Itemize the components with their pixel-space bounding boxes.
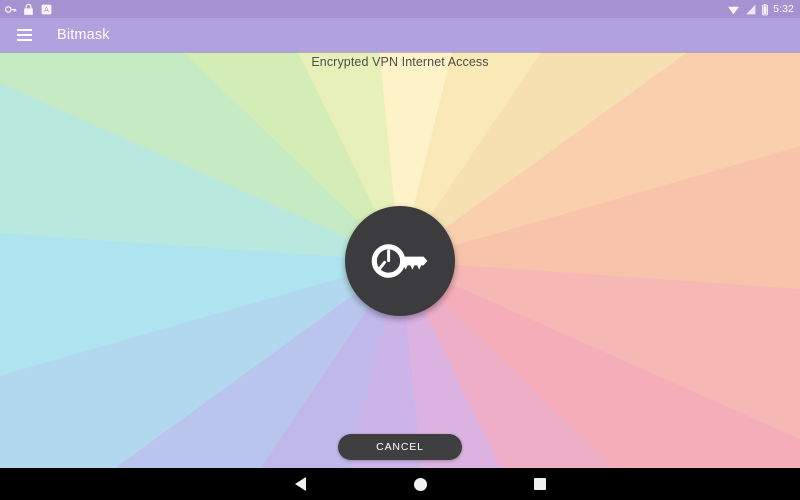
vpn-status-subtitle: Encrypted VPN Internet Access <box>311 55 489 69</box>
adb-icon: A <box>40 3 53 16</box>
home-circle <box>413 477 427 491</box>
status-bar-left-icons: A <box>0 3 53 16</box>
wifi-icon <box>727 3 740 16</box>
hamburger-bar-2 <box>16 34 32 36</box>
android-screen: A 5:32 Bitmask Encrypted VPN Internet Ac… <box>0 0 800 500</box>
status-bar-clock: 5:32 <box>773 2 794 15</box>
cancel-button[interactable]: CANCEL <box>338 434 462 460</box>
key-clock-glyph <box>371 244 428 278</box>
status-bar-right-icons: 5:32 <box>727 3 800 16</box>
hamburger-menu-icon[interactable] <box>7 18 41 52</box>
nav-back-icon[interactable] <box>270 468 330 500</box>
vpn-key-icon <box>4 3 17 16</box>
signal-icon <box>744 3 757 16</box>
status-bar: A 5:32 <box>0 0 800 18</box>
app-title: Bitmask <box>57 27 110 43</box>
vpn-key-icon[interactable] <box>345 206 455 316</box>
nav-recents-icon[interactable] <box>510 468 570 500</box>
recents-square <box>534 478 546 490</box>
app-toolbar: Bitmask <box>0 18 800 52</box>
nav-home-icon[interactable] <box>390 468 450 500</box>
android-navigation-bar <box>0 468 800 500</box>
battery-icon <box>761 3 769 16</box>
svg-text:A: A <box>44 7 49 14</box>
hamburger-bar-1 <box>16 29 32 31</box>
back-triangle <box>294 477 306 491</box>
main-content: Encrypted VPN Internet Access CANCEL <box>0 52 800 468</box>
lock-icon <box>22 3 35 16</box>
hamburger-bar-3 <box>16 39 32 41</box>
